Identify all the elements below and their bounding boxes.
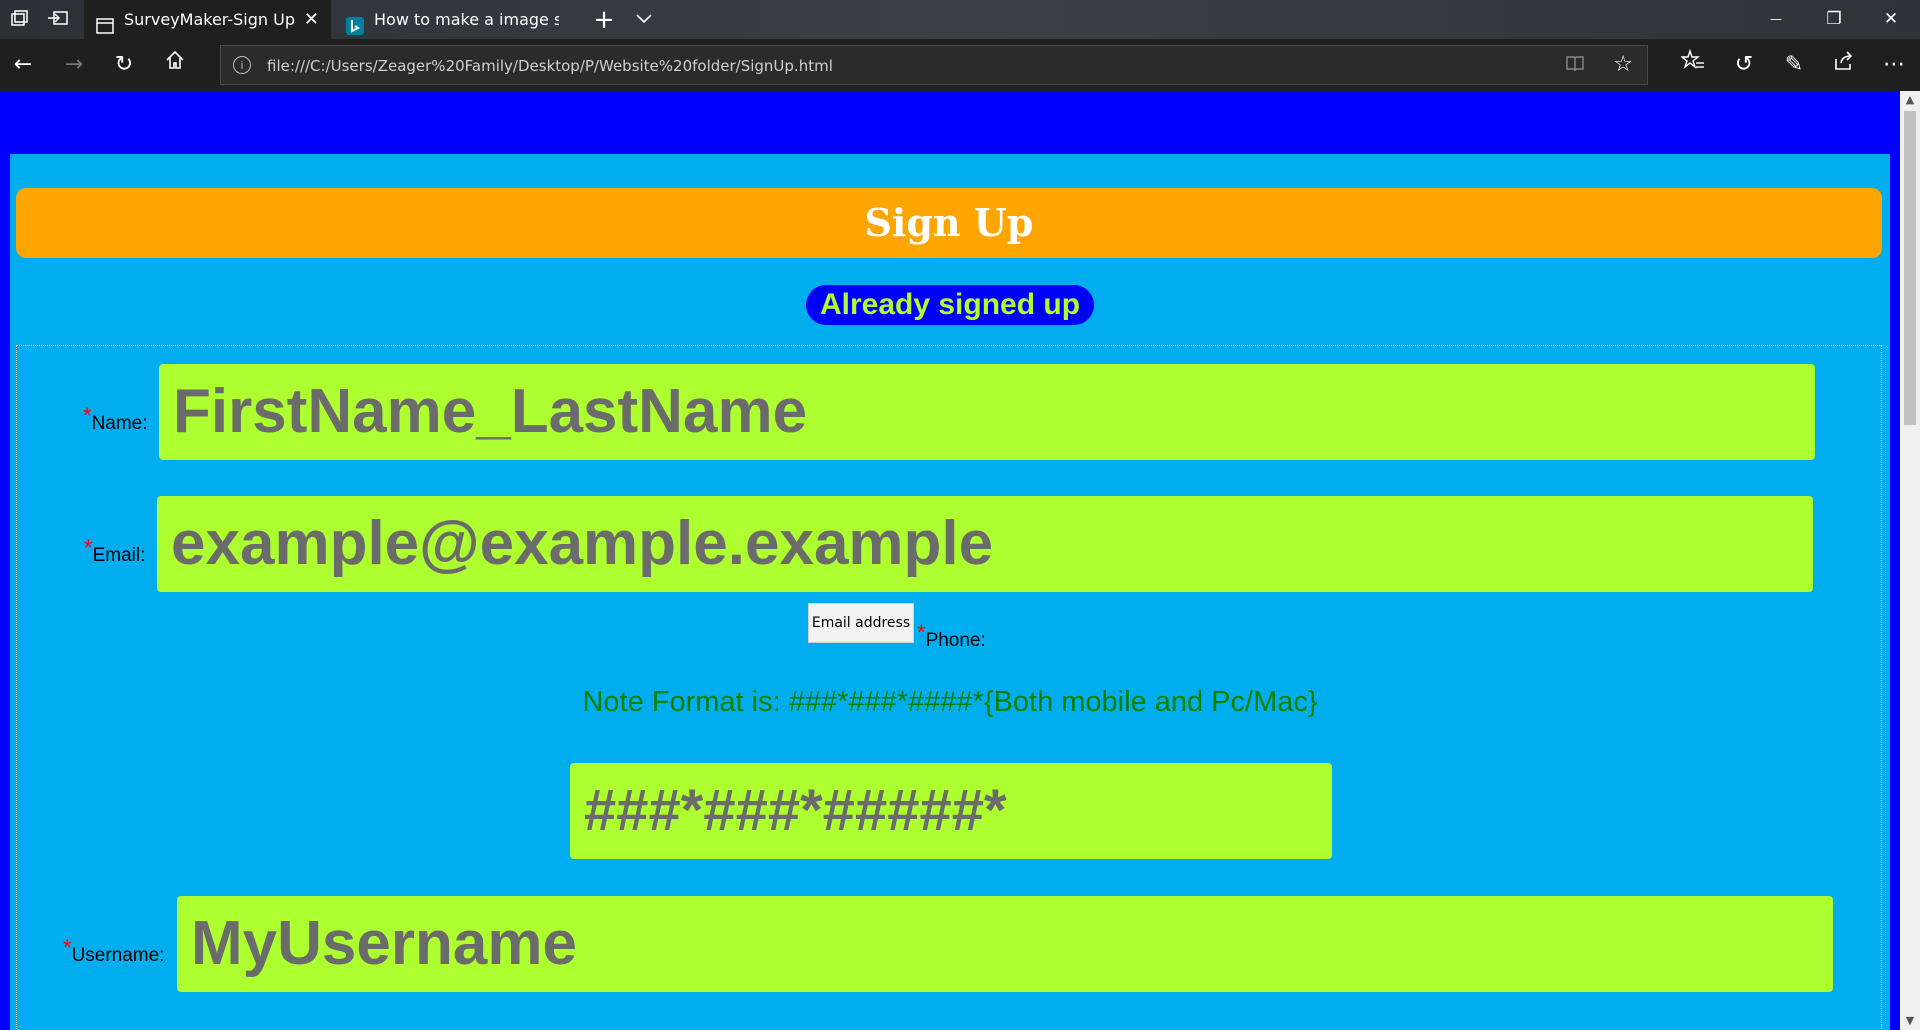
required-asterisk: * xyxy=(83,403,92,428)
close-tab-icon[interactable]: ✕ xyxy=(304,0,319,39)
name-input[interactable]: FirstName_LastName xyxy=(159,364,1815,460)
username-label: *Username: xyxy=(63,935,165,966)
share-icon[interactable] xyxy=(1827,48,1861,82)
signup-panel: Sign Up Already signed up *Name: FirstNa… xyxy=(10,154,1890,1030)
required-asterisk: * xyxy=(917,620,926,645)
tab-actions-icon[interactable] xyxy=(8,8,32,32)
favorites-hub-icon[interactable] xyxy=(1676,48,1710,82)
required-asterisk: * xyxy=(63,935,72,960)
reading-view-icon[interactable] xyxy=(1565,54,1585,78)
email-tooltip: Email address xyxy=(808,603,914,643)
page-title: Sign Up xyxy=(16,188,1882,258)
address-bar[interactable]: i file:///C:/Users/Zeager%20Family/Deskt… xyxy=(220,45,1648,85)
name-label: *Name: xyxy=(83,403,148,434)
email-label: *Email: xyxy=(84,535,146,566)
refresh-button[interactable]: ↻ xyxy=(107,48,141,82)
scroll-thumb[interactable] xyxy=(1904,111,1916,425)
chevron-down-icon[interactable] xyxy=(632,8,656,32)
email-input[interactable]: example@example.example xyxy=(157,496,1813,592)
restore-button[interactable]: ❐ xyxy=(1805,0,1863,39)
favorite-star-icon[interactable]: ☆ xyxy=(1613,52,1633,77)
page-viewport: Sign Up Already signed up *Name: FirstNa… xyxy=(0,91,1900,1030)
minimize-button[interactable]: — xyxy=(1747,0,1805,39)
already-signed-up-link[interactable]: Already signed up xyxy=(806,285,1094,325)
back-button[interactable]: ← xyxy=(6,48,40,82)
set-aside-tabs-icon[interactable] xyxy=(46,8,70,32)
vertical-scrollbar[interactable]: ▲ ▼ xyxy=(1900,91,1920,1030)
page-icon xyxy=(96,10,114,34)
phone-input[interactable]: ###*###*#####* xyxy=(570,763,1332,859)
notes-pen-icon[interactable]: ✎ xyxy=(1777,48,1811,82)
phone-label: *Phone: xyxy=(917,620,986,651)
username-input[interactable]: MyUsername xyxy=(177,896,1833,992)
navigation-bar: ← → ↻ i file:///C:/Users/Zeager%20Family… xyxy=(0,39,1920,91)
tab-image-slides[interactable]: How to make a image slides xyxy=(334,0,574,39)
tab-title: How to make a image slides xyxy=(374,10,559,29)
more-menu-icon[interactable]: ⋯ xyxy=(1877,48,1911,82)
bing-icon xyxy=(346,10,364,35)
signup-form: *Name: FirstName_LastName *Email: exampl… xyxy=(16,345,1882,1030)
new-tab-icon[interactable]: + xyxy=(592,7,616,33)
required-asterisk: * xyxy=(84,535,93,560)
address-url[interactable]: file:///C:/Users/Zeager%20Family/Desktop… xyxy=(267,46,833,86)
forward-button[interactable]: → xyxy=(57,48,91,82)
home-button[interactable] xyxy=(158,48,192,82)
tab-surveymaker[interactable]: SurveyMaker-Sign Up ✕ xyxy=(84,0,331,39)
close-window-button[interactable]: ✕ xyxy=(1862,0,1920,39)
tab-bar: SurveyMaker-Sign Up ✕ How to make a imag… xyxy=(0,0,1920,39)
phone-format-note: Note Format is: ###*###*####*{Both mobil… xyxy=(582,686,1318,718)
info-icon[interactable]: i xyxy=(233,56,251,74)
tab-title: SurveyMaker-Sign Up xyxy=(124,10,295,29)
history-icon[interactable]: ↺ xyxy=(1727,48,1761,82)
scroll-down-icon[interactable]: ▼ xyxy=(1900,1012,1920,1030)
scroll-up-icon[interactable]: ▲ xyxy=(1900,91,1920,109)
